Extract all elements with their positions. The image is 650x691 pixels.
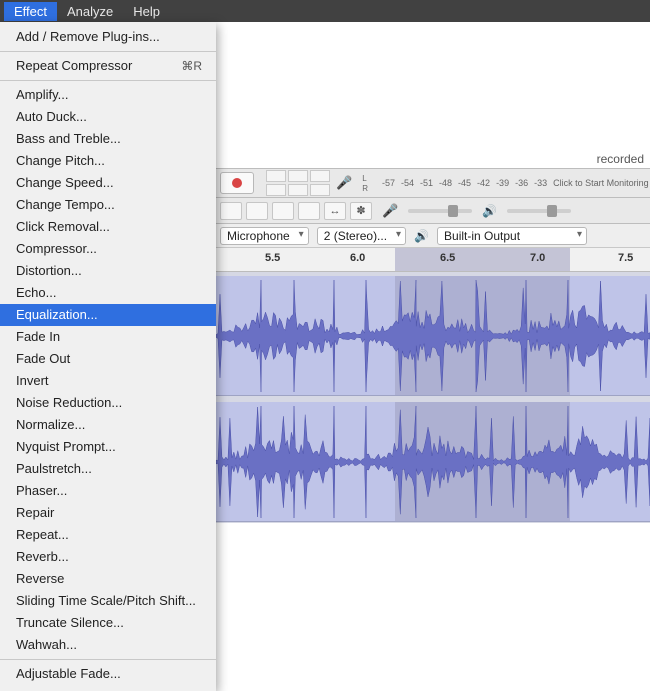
edit-buttons: ↔ ✽ xyxy=(220,202,372,220)
speaker-icon: 🔊 xyxy=(414,229,429,243)
tool-envelope[interactable] xyxy=(288,170,308,182)
small-button[interactable] xyxy=(220,202,242,220)
menu-item-phaser[interactable]: Phaser... xyxy=(0,480,216,502)
menu-analyze[interactable]: Analyze xyxy=(57,2,123,21)
tool-draw[interactable] xyxy=(310,170,330,182)
menu-item-repeat-compressor[interactable]: Repeat Compressor⌘R xyxy=(0,55,216,77)
output-volume-slider[interactable] xyxy=(507,209,571,213)
channels-select[interactable]: 2 (Stereo)... xyxy=(317,227,406,245)
menu-item-equalization[interactable]: Equalization... xyxy=(0,304,216,326)
input-volume-slider[interactable] xyxy=(408,209,472,213)
menu-item-noise-reduction[interactable]: Noise Reduction... xyxy=(0,392,216,414)
menu-item-compressor[interactable]: Compressor... xyxy=(0,238,216,260)
menu-item-change-speed[interactable]: Change Speed... xyxy=(0,172,216,194)
db-tick: -48 xyxy=(439,178,452,188)
tool-multi[interactable] xyxy=(310,184,330,196)
db-tick: -51 xyxy=(420,178,433,188)
menu-item-normalize[interactable]: Normalize... xyxy=(0,414,216,436)
tool-selection[interactable] xyxy=(266,170,286,182)
menu-item-reverb[interactable]: Reverb... xyxy=(0,546,216,568)
menu-separator xyxy=(0,659,216,660)
menu-item-fade-out[interactable]: Fade Out xyxy=(0,348,216,370)
waveform xyxy=(216,402,650,522)
menu-item-nyquist-prompt[interactable]: Nyquist Prompt... xyxy=(0,436,216,458)
meter-l-label: L xyxy=(362,174,368,183)
menu-separator xyxy=(0,51,216,52)
menu-item-adjustable-fade[interactable]: Adjustable Fade... xyxy=(0,663,216,685)
small-button[interactable] xyxy=(246,202,268,220)
waveform xyxy=(216,276,650,396)
db-tick: -39 xyxy=(496,178,509,188)
input-device-select[interactable]: Microphone xyxy=(220,227,309,245)
speaker-icon: 🔊 xyxy=(482,204,497,218)
slider-thumb[interactable] xyxy=(448,205,458,217)
menu-item-repeat[interactable]: Repeat... xyxy=(0,524,216,546)
menu-item-auto-duck[interactable]: Auto Duck... xyxy=(0,106,216,128)
menu-item-add-remove-plug-ins[interactable]: Add / Remove Plug-ins... xyxy=(0,26,216,48)
menu-item-fade-in[interactable]: Fade In xyxy=(0,326,216,348)
menu-item-echo[interactable]: Echo... xyxy=(0,282,216,304)
ruler-tick: 6.0 xyxy=(350,252,365,264)
small-button[interactable] xyxy=(272,202,294,220)
output-device-select[interactable]: Built-in Output xyxy=(437,227,587,245)
slider-thumb[interactable] xyxy=(547,205,557,217)
db-tick: -36 xyxy=(515,178,528,188)
db-tick: -57 xyxy=(382,178,395,188)
menu-item-sliding-time-scale-pitch-shift[interactable]: Sliding Time Scale/Pitch Shift... xyxy=(0,590,216,612)
menu-item-invert[interactable]: Invert xyxy=(0,370,216,392)
menu-item-reverse[interactable]: Reverse xyxy=(0,568,216,590)
menu-item-repair[interactable]: Repair xyxy=(0,502,216,524)
mic-icon: 🎤 xyxy=(382,203,398,219)
ruler-tick: 6.5 xyxy=(440,252,455,264)
channel-1[interactable] xyxy=(216,276,650,396)
menu-item-change-pitch[interactable]: Change Pitch... xyxy=(0,150,216,172)
menu-item-paulstretch[interactable]: Paulstretch... xyxy=(0,458,216,480)
tool-timeshift[interactable] xyxy=(288,184,308,196)
menu-item-wahwah[interactable]: Wahwah... xyxy=(0,634,216,656)
recording-meter[interactable]: -57 -54 -51 -48 -45 -42 -39 -36 -33 Clic… xyxy=(382,178,650,188)
small-button[interactable]: ↔ xyxy=(324,202,346,220)
menu-item-amplify[interactable]: Amplify... xyxy=(0,84,216,106)
menu-item-change-tempo[interactable]: Change Tempo... xyxy=(0,194,216,216)
menu-help[interactable]: Help xyxy=(123,2,170,21)
meter-r-label: R xyxy=(362,184,368,193)
ruler-tick: 7.0 xyxy=(530,252,545,264)
ruler-tick: 7.5 xyxy=(618,252,633,264)
tool-zoom[interactable] xyxy=(266,184,286,196)
menu-effect[interactable]: Effect xyxy=(4,2,57,21)
shortcut: ⌘R xyxy=(181,58,202,74)
meter-click-label[interactable]: Click to Start Monitoring xyxy=(553,178,649,188)
window-title: recorded xyxy=(597,152,644,166)
menu-separator xyxy=(0,80,216,81)
menubar: Effect Analyze Help xyxy=(0,0,650,22)
record-button[interactable] xyxy=(220,172,254,194)
menu-item-truncate-silence[interactable]: Truncate Silence... xyxy=(0,612,216,634)
db-tick: -33 xyxy=(534,178,547,188)
ruler-tick: 5.5 xyxy=(265,252,280,264)
db-tick: -45 xyxy=(458,178,471,188)
record-icon xyxy=(232,178,242,188)
effect-dropdown: Add / Remove Plug-ins... Repeat Compresso… xyxy=(0,22,216,691)
small-button[interactable]: ✽ xyxy=(350,202,372,220)
mic-icon: 🎤 xyxy=(336,175,352,191)
meter-channel-labels: L R xyxy=(362,174,368,193)
waveform-zone[interactable] xyxy=(216,272,650,523)
db-tick: -42 xyxy=(477,178,490,188)
menu-item-click-removal[interactable]: Click Removal... xyxy=(0,216,216,238)
channel-2[interactable] xyxy=(216,402,650,522)
small-button[interactable] xyxy=(298,202,320,220)
edit-tools-grid[interactable] xyxy=(266,170,330,196)
menu-item-bass-and-treble[interactable]: Bass and Treble... xyxy=(0,128,216,150)
menu-item-distortion[interactable]: Distortion... xyxy=(0,260,216,282)
db-tick: -54 xyxy=(401,178,414,188)
